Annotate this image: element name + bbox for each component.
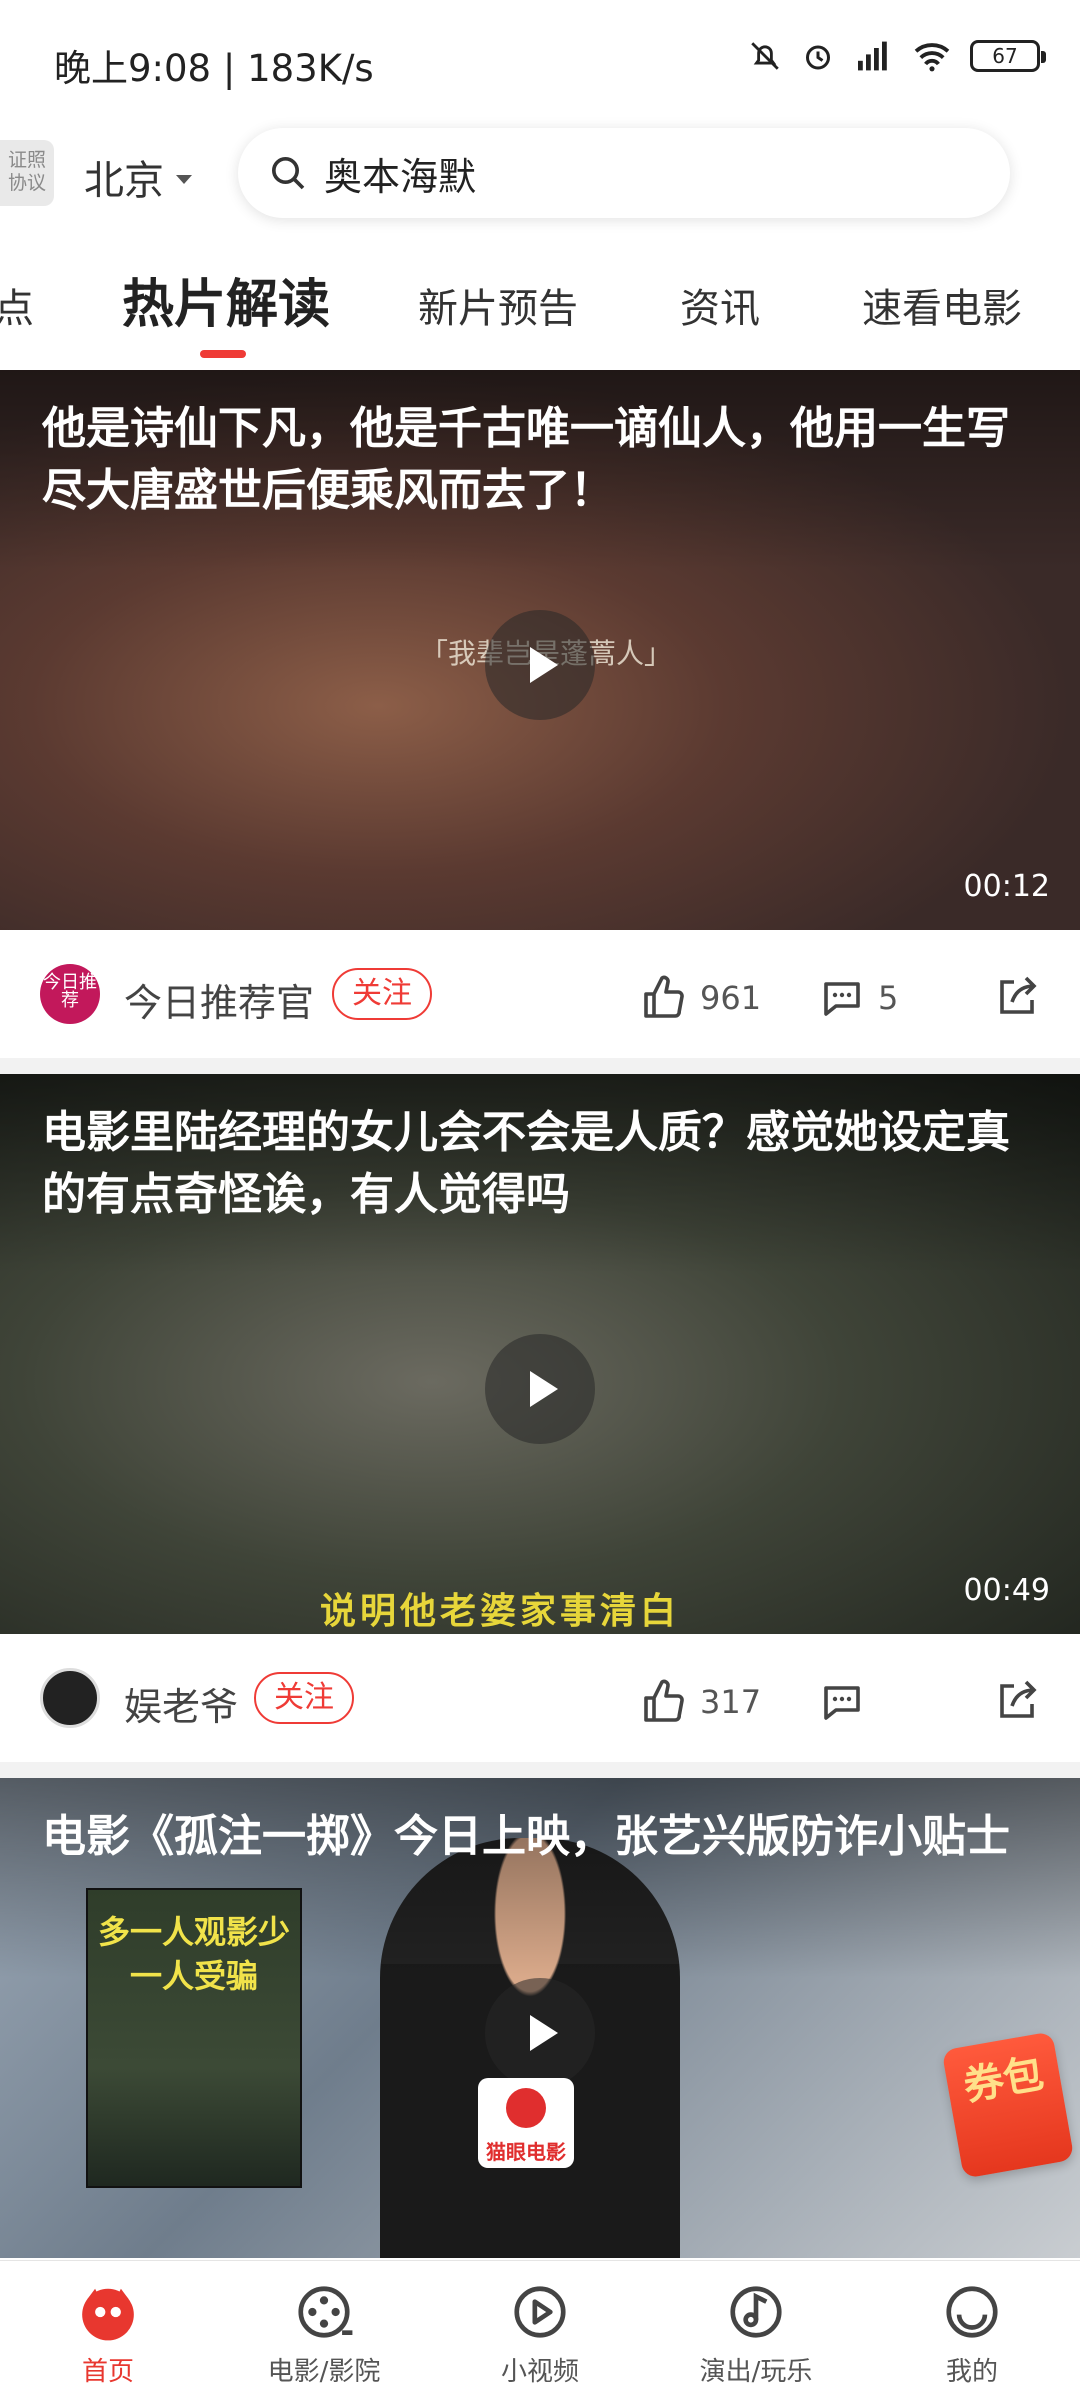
play-button[interactable] <box>485 1978 595 2088</box>
author-name[interactable]: 娱老爷 <box>124 1676 238 1731</box>
tab-quick-movies[interactable]: 速看电影 <box>862 276 1022 334</box>
share-icon <box>1000 1680 1037 1718</box>
like-count: 317 <box>700 1683 762 1721</box>
coupon-pack-button[interactable]: 券包 <box>941 2031 1075 2179</box>
follow-button[interactable]: 关注 <box>254 1672 354 1724</box>
video-caption: 说明他老婆家事清白 <box>320 1591 681 1632</box>
category-tabs: 点 热片解读 新片预告 资讯 速看电影 <box>0 240 1080 360</box>
status-bar: 晚上9:08 | 183K/s 67 <box>0 0 1080 120</box>
play-button[interactable] <box>485 610 595 720</box>
like-count: 961 <box>700 979 762 1017</box>
comment-button[interactable]: 5 <box>818 974 898 1022</box>
cat-home-icon <box>77 2281 139 2343</box>
play-circle-icon <box>509 2281 571 2343</box>
bottom-nav: 首页 电影/影院 小视频 演出/玩乐 我的 <box>0 2260 1080 2400</box>
comment-icon <box>824 1686 860 1720</box>
avatar[interactable] <box>40 1668 100 1728</box>
like-button[interactable]: 317 <box>640 1678 761 1726</box>
comment-icon <box>824 982 860 1016</box>
feed-card: 他是诗仙下凡，他是千古唯一谪仙人，他用一生写尽大唐盛世后便乘风而去了！ 「我辈岂… <box>0 370 1080 1074</box>
share-button[interactable] <box>992 974 1040 1026</box>
feed-card: 电影里陆经理的女儿会不会是人质？感觉她设定真的有点奇怪诶，有人觉得吗 说明他老婆… <box>0 1074 1080 1778</box>
thumbs-up-icon <box>644 1679 684 1722</box>
alarm-icon <box>806 45 830 70</box>
play-icon <box>530 2015 558 2051</box>
like-button[interactable]: 961 <box>640 974 761 1022</box>
video-thumbnail[interactable]: 电影《孤注一掷》今日上映，张艺兴版防诈小贴士 多一人观影少一人受骗 猫眼电影 <box>0 1778 1080 2258</box>
signal-icon <box>858 41 887 71</box>
play-icon <box>530 1371 558 1407</box>
video-duration: 00:49 <box>963 1573 1050 1608</box>
status-icons: 67 <box>748 38 1046 74</box>
card-divider <box>0 1058 1080 1074</box>
play-button[interactable] <box>485 1334 595 1444</box>
card-meta: 今日推荐 今日推荐官 关注 961 5 <box>0 930 1080 1058</box>
nav-label: 电影/影院 <box>267 2357 381 2387</box>
battery-icon: 67 <box>970 40 1046 72</box>
movie-poster: 多一人观影少一人受骗 <box>86 1888 302 2188</box>
comment-button[interactable] <box>818 1678 878 1726</box>
city-selector[interactable]: 北京 <box>84 148 192 206</box>
search-text: 奥本海默 <box>324 154 477 199</box>
video-title: 电影里陆经理的女儿会不会是人质？感觉她设定真的有点奇怪诶，有人觉得吗 <box>42 1107 1010 1220</box>
card-divider <box>0 1762 1080 1778</box>
top-bar: 证照协议 北京 奥本海默 <box>0 128 1080 238</box>
feed-card: 电影《孤注一掷》今日上映，张艺兴版防诈小贴士 多一人观影少一人受骗 猫眼电影 <box>0 1778 1080 2258</box>
nav-profile[interactable]: 我的 <box>864 2261 1080 2400</box>
card-meta: 娱老爷 关注 317 <box>0 1634 1080 1762</box>
nav-label: 首页 <box>81 2357 134 2387</box>
active-tab-indicator <box>200 350 246 358</box>
nav-label: 演出/玩乐 <box>699 2357 813 2387</box>
play-icon <box>530 647 558 683</box>
nav-label: 小视频 <box>500 2357 579 2387</box>
video-thumbnail[interactable]: 电影里陆经理的女儿会不会是人质？感觉她设定真的有点奇怪诶，有人觉得吗 说明他老婆… <box>0 1074 1080 1634</box>
nav-label: 我的 <box>945 2357 998 2387</box>
nav-movies[interactable]: 电影/影院 <box>216 2261 432 2400</box>
share-icon <box>1000 976 1037 1014</box>
chevron-down-icon <box>176 174 192 184</box>
comment-count: 5 <box>878 979 899 1017</box>
maoyan-logo: 猫眼电影 <box>478 2078 574 2168</box>
tab-new-trailers[interactable]: 新片预告 <box>418 276 578 334</box>
video-feed: 他是诗仙下凡，他是千古唯一谪仙人，他用一生写尽大唐盛世后便乘风而去了！ 「我辈岂… <box>0 370 1080 2258</box>
city-label: 北京 <box>84 158 164 204</box>
profile-icon <box>941 2281 1003 2343</box>
nav-shows[interactable]: 演出/玩乐 <box>648 2261 864 2400</box>
thumbs-up-icon <box>644 975 684 1018</box>
tab-news[interactable]: 资讯 <box>680 276 760 334</box>
wifi-icon <box>914 43 950 72</box>
license-badge[interactable]: 证照协议 <box>0 140 54 206</box>
video-title: 电影《孤注一掷》今日上映，张艺兴版防诈小贴士 <box>42 1811 1010 1862</box>
author-name[interactable]: 今日推荐官 <box>124 972 314 1027</box>
status-time: 晚上9:08 | 183K/s <box>54 47 374 90</box>
video-duration: 00:12 <box>963 869 1050 904</box>
mute-bell-icon <box>751 42 779 70</box>
share-button[interactable] <box>992 1678 1040 1730</box>
music-note-icon <box>725 2281 787 2343</box>
search-input[interactable]: 奥本海默 <box>238 128 1010 218</box>
film-reel-icon <box>293 2281 355 2343</box>
tab-partial[interactable]: 点 <box>0 276 34 334</box>
nav-short-video[interactable]: 小视频 <box>432 2261 648 2400</box>
poster-text: 多一人观影少一人受骗 <box>97 1913 290 1995</box>
video-title: 他是诗仙下凡，他是千古唯一谪仙人，他用一生写尽大唐盛世后便乘风而去了！ <box>42 403 1010 516</box>
search-icon <box>272 157 305 190</box>
follow-button[interactable]: 关注 <box>332 968 432 1020</box>
tab-hot-reviews[interactable]: 热片解读 <box>122 262 330 337</box>
video-thumbnail[interactable]: 他是诗仙下凡，他是千古唯一谪仙人，他用一生写尽大唐盛世后便乘风而去了！ 「我辈岂… <box>0 370 1080 930</box>
avatar[interactable]: 今日推荐 <box>40 964 100 1024</box>
nav-home[interactable]: 首页 <box>0 2261 216 2400</box>
